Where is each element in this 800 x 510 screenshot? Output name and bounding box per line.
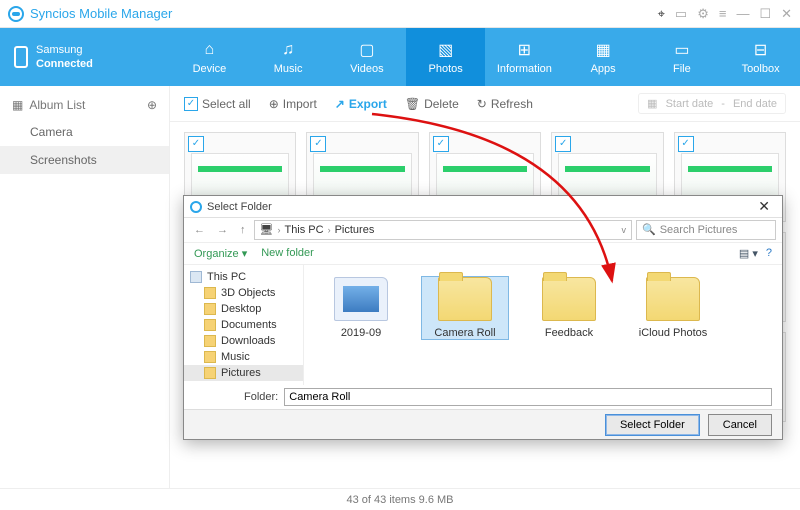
sidebar: ▦ Album List ⊕ CameraScreenshots (0, 86, 170, 488)
folder-label: Folder: (244, 391, 278, 403)
refresh-icon: ↻ (477, 97, 487, 111)
folder-icon (204, 335, 216, 347)
nav-photos[interactable]: ▧Photos (406, 28, 485, 86)
plus-icon: ⊕ (269, 97, 279, 111)
device-icon: ⌂ (199, 40, 219, 60)
file-list: 2019-09 Camera Roll Feedback iCloud Photos (304, 265, 782, 385)
nav-apps[interactable]: ▦Apps (564, 28, 643, 86)
nav-device[interactable]: ⌂Device (170, 28, 249, 86)
nav-music[interactable]: ♫Music (249, 28, 328, 86)
file-item-icloud-photos[interactable]: iCloud Photos (630, 277, 716, 339)
sidebar-item-screenshots[interactable]: Screenshots (0, 146, 169, 174)
folder-icon (542, 277, 596, 321)
select-folder-button[interactable]: Select Folder (605, 414, 700, 436)
nav-videos[interactable]: ▢Videos (328, 28, 407, 86)
refresh-button[interactable]: ↻Refresh (477, 97, 533, 111)
search-icon: 🔍 (642, 223, 656, 236)
cancel-button[interactable]: Cancel (708, 414, 772, 436)
date-range[interactable]: ▦ Start date - End date (638, 93, 786, 114)
file-item-camera-roll[interactable]: Camera Roll (422, 277, 508, 339)
file-item-feedback[interactable]: Feedback (526, 277, 612, 339)
mouse-cursor-icon: ⌖ (658, 6, 665, 22)
tree-item-this-pc[interactable]: This PC (184, 269, 303, 285)
file-item-2019-09[interactable]: 2019-09 (318, 277, 404, 339)
status-text: 43 of 43 items 9.6 MB (347, 494, 454, 506)
file-icon: ▭ (672, 40, 692, 60)
folder-name-input[interactable] (284, 388, 772, 406)
folder-icon (204, 287, 216, 299)
add-album-icon[interactable]: ⊕ (147, 98, 157, 112)
tree-item-3d-objects[interactable]: 3D Objects (184, 285, 303, 301)
view-mode-icon[interactable]: ▤ ▾ (739, 247, 758, 260)
sidebar-item-camera[interactable]: Camera (0, 118, 169, 146)
close-icon[interactable]: ✕ (781, 6, 792, 22)
import-button[interactable]: ⊕Import (269, 97, 317, 111)
pc-icon: 🖥 (260, 223, 274, 236)
menu-icon[interactable]: ≡ (719, 6, 727, 21)
nav-up-icon[interactable]: ↑ (236, 224, 250, 236)
new-folder-button[interactable]: New folder (261, 247, 314, 259)
nav-file[interactable]: ▭File (643, 28, 722, 86)
folder-icon (204, 303, 216, 315)
trash-icon: 🗑 (405, 97, 420, 111)
minimize-icon[interactable]: — (736, 6, 749, 21)
album-list-icon: ▦ (12, 98, 23, 112)
nav-toolbox[interactable]: ⊟Toolbox (721, 28, 800, 86)
folder-icon (334, 277, 388, 321)
device-brand: Samsung (36, 43, 93, 57)
organize-menu[interactable]: Organize ▾ (194, 247, 247, 260)
device-status[interactable]: Samsung Connected (0, 28, 170, 86)
folder-icon (204, 351, 216, 363)
dialog-close-icon[interactable]: ✕ (752, 198, 776, 215)
information-icon: ⊞ (514, 40, 534, 60)
status-bar: 43 of 43 items 9.6 MB (0, 488, 800, 510)
nav-forward-icon[interactable]: → (213, 224, 232, 236)
tree-item-documents[interactable]: Documents (184, 317, 303, 333)
calendar-icon: ▦ (647, 97, 657, 110)
tree-item-pictures[interactable]: Pictures (184, 365, 303, 381)
search-input[interactable]: 🔍 Search Pictures (636, 220, 776, 240)
toolbox-icon: ⊟ (751, 40, 771, 60)
settings-icon[interactable]: ⚙ (697, 6, 709, 22)
tree-item-downloads[interactable]: Downloads (184, 333, 303, 349)
nav-back-icon[interactable]: ← (190, 224, 209, 236)
top-nav: Samsung Connected ⌂Device♫Music▢Videos▧P… (0, 28, 800, 86)
export-icon: ↗ (335, 97, 345, 111)
dialog-logo-icon (190, 201, 202, 213)
maximize-icon[interactable]: ☐ (759, 6, 771, 22)
nav-information[interactable]: ⊞Information (485, 28, 564, 86)
photos-icon: ▧ (436, 40, 456, 60)
select-folder-dialog: Select Folder ✕ ← → ↑ 🖥 › This PC › Pict… (183, 195, 783, 440)
help-icon[interactable]: ? (766, 247, 772, 260)
music-icon: ♫ (278, 40, 298, 60)
display-icon[interactable]: ▭ (675, 6, 687, 22)
app-title: Syncios Mobile Manager (30, 6, 658, 21)
tree-item-music[interactable]: Music (184, 349, 303, 365)
export-button[interactable]: ↗Export (335, 97, 387, 111)
phone-icon (14, 46, 28, 68)
folder-icon (438, 277, 492, 321)
folder-icon (646, 277, 700, 321)
path-breadcrumb[interactable]: 🖥 › This PC › Pictures v (254, 220, 633, 240)
apps-icon: ▦ (593, 40, 613, 60)
folder-icon (204, 319, 216, 331)
select-all-checkbox-icon[interactable]: ✓ (184, 97, 198, 111)
delete-button[interactable]: 🗑Delete (405, 97, 459, 111)
tree-item-desktop[interactable]: Desktop (184, 301, 303, 317)
dialog-title: Select Folder (207, 201, 272, 213)
folder-icon (204, 367, 216, 379)
device-connected: Connected (36, 58, 93, 70)
titlebar: Syncios Mobile Manager ⌖ ▭ ⚙ ≡ — ☐ ✕ (0, 0, 800, 28)
folder-tree: This PC3D ObjectsDesktopDocumentsDownloa… (184, 265, 304, 385)
videos-icon: ▢ (357, 40, 377, 60)
toolbar: ✓ Select all ⊕Import ↗Export 🗑Delete ↻Re… (170, 86, 800, 122)
app-logo-icon (8, 6, 24, 22)
sidebar-header: Album List (29, 98, 85, 112)
select-all[interactable]: ✓ Select all (184, 97, 251, 111)
folder-icon (190, 271, 202, 283)
